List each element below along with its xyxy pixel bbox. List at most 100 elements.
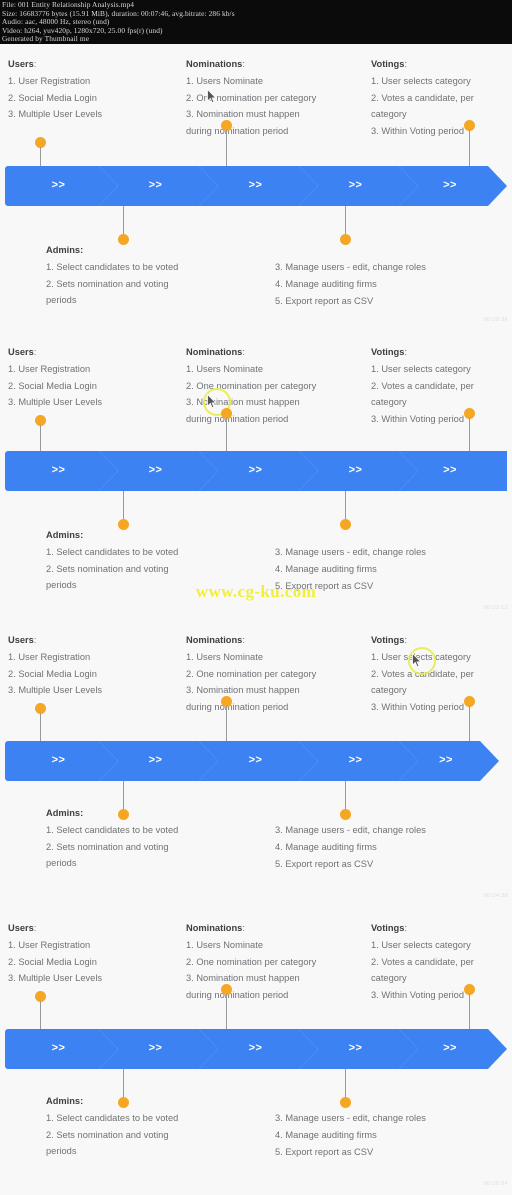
- chevron-step-1[interactable]: >>: [5, 741, 118, 781]
- column-votings-line-1: 1. User selects category: [371, 939, 471, 950]
- column-admins-line-1: 1. Select candidates to be voted: [46, 1112, 179, 1123]
- frame-timestamp-2: 00:03:12: [483, 605, 508, 611]
- column-admins-line-2: 2. Sets nomination and voting: [46, 563, 169, 574]
- column-admins-line-1: 1. Select candidates to be voted: [46, 261, 179, 272]
- chevron-step-1[interactable]: >>: [5, 1029, 118, 1069]
- column-admin-tasks-line-2: 4. Manage auditing firms: [275, 563, 377, 574]
- column-admins: Admins: 1. Select candidates to be voted…: [46, 1093, 231, 1160]
- column-votings-line-3: category: [371, 685, 407, 696]
- column-admin-tasks-line-3: 5. Export report as CSV: [275, 858, 374, 869]
- column-users-line-3: 3. Multiple User Levels: [8, 109, 103, 120]
- column-admins-line-2: 2. Sets nomination and voting: [46, 278, 169, 289]
- column-admins: Admins: 1. Select candidates to be voted…: [46, 242, 231, 309]
- column-votings-line-3: category: [371, 973, 407, 984]
- column-votings-title: Votings:: [371, 923, 407, 933]
- column-votings-line-1: 1. User selects category: [371, 651, 471, 662]
- bottom-columns: Admins: 1. Select candidates to be voted…: [0, 242, 512, 312]
- column-nominations-line-3: 3. Nomination must happen: [186, 109, 300, 120]
- column-admins-title: Admins:: [46, 808, 84, 818]
- column-admin-tasks: 3. Manage users - edit, change roles 4. …: [275, 259, 500, 309]
- column-admin-tasks-line-1: 3. Manage users - edit, change roles: [275, 547, 426, 557]
- column-admin-tasks: 3. Manage users - edit, change roles 4. …: [275, 822, 500, 872]
- pin-stem: [123, 491, 125, 519]
- chevron-step-1[interactable]: >>: [5, 166, 118, 206]
- column-users-line-1: 1. User Registration: [8, 651, 91, 662]
- column-nominations-title: Nominations:: [186, 923, 245, 933]
- column-votings-line-2: 2. Votes a candidate, per: [371, 668, 474, 679]
- column-users-title: Users:: [8, 347, 37, 357]
- top-columns: Users: 1. User Registration 2. Social Me…: [0, 908, 512, 1012]
- chevron-step-1[interactable]: >>: [5, 451, 118, 491]
- column-votings-title: Votings:: [371, 347, 407, 357]
- video-frame-4: Users: 1. User Registration 2. Social Me…: [0, 908, 512, 1195]
- column-votings: Votings: 1. User selects category 2. Vot…: [371, 632, 511, 716]
- column-nominations-title: Nominations:: [186, 635, 245, 645]
- column-nominations-line-4: during nomination period: [186, 990, 289, 1001]
- column-nominations-title: Nominations:: [186, 59, 245, 69]
- column-votings-line-4: 3. Within Voting period: [371, 702, 465, 713]
- pin-stem: [469, 418, 471, 453]
- column-users-line-2: 2. Social Media Login: [8, 668, 97, 679]
- column-nominations: Nominations: 1. Users Nominate 2. One no…: [186, 920, 366, 1004]
- column-votings: Votings: 1. User selects category 2. Vot…: [371, 920, 511, 1004]
- column-users: Users: 1. User Registration 2. Social Me…: [8, 632, 183, 699]
- column-admin-tasks-line-1: 3. Manage users - edit, change roles: [275, 1113, 426, 1123]
- column-votings-line-3: category: [371, 109, 407, 120]
- column-admins-line-2: 2. Sets nomination and voting: [46, 841, 169, 852]
- column-admins-title: Admins:: [46, 530, 84, 540]
- column-admins-line-3: periods: [46, 295, 77, 306]
- column-nominations-line-1: 1. Users Nominate: [186, 939, 263, 950]
- column-admin-tasks-line-1: 3. Manage users - edit, change roles: [275, 262, 426, 272]
- column-votings-line-2: 2. Votes a candidate, per: [371, 92, 474, 103]
- column-votings-title: Votings:: [371, 59, 407, 69]
- column-users-line-1: 1. User Registration: [8, 939, 91, 950]
- column-admin-tasks-line-2: 4. Manage auditing firms: [275, 841, 377, 852]
- pin-stem: [226, 418, 228, 453]
- column-admin-tasks-line-2: 4. Manage auditing firms: [275, 278, 377, 289]
- column-admin-tasks-line-3: 5. Export report as CSV: [275, 295, 374, 306]
- column-admins-line-1: 1. Select candidates to be voted: [46, 546, 179, 557]
- frame-timestamp-1: 00:00:36: [483, 317, 508, 323]
- column-nominations-line-4: during nomination period: [186, 702, 289, 713]
- process-chevron-band: >> >> >> >> >>: [5, 741, 507, 781]
- video-frame-1: Users: 1. User Registration 2. Social Me…: [0, 44, 512, 331]
- column-users: Users: 1. User Registration 2. Social Me…: [8, 344, 183, 411]
- video-frame-3: Users: 1. User Registration 2. Social Me…: [0, 620, 512, 907]
- column-admin-tasks-line-3: 5. Export report as CSV: [275, 1146, 374, 1157]
- pin-stem: [226, 706, 228, 743]
- column-votings-line-4: 3. Within Voting period: [371, 126, 465, 137]
- column-votings-line-1: 1. User selects category: [371, 75, 471, 86]
- site-watermark: www.cg-ku.com: [195, 582, 317, 601]
- video-frame-2: Users: 1. User Registration 2. Social Me…: [0, 332, 512, 619]
- column-users: Users: 1. User Registration 2. Social Me…: [8, 56, 183, 123]
- pin-stem: [345, 491, 347, 519]
- column-votings-line-2: 2. Votes a candidate, per: [371, 956, 474, 967]
- column-nominations-line-2: 2. One nomination per category: [186, 956, 317, 967]
- column-admins-title: Admins:: [46, 245, 84, 255]
- column-admin-tasks: 3. Manage users - edit, change roles 4. …: [275, 1110, 500, 1160]
- metadata-generator: Generated by Thumbnail me: [2, 34, 90, 44]
- column-votings-line-4: 3. Within Voting period: [371, 990, 465, 1001]
- column-votings-line-2: 2. Votes a candidate, per: [371, 380, 474, 391]
- column-users-title: Users:: [8, 635, 37, 645]
- column-users-line-1: 1. User Registration: [8, 363, 91, 374]
- column-nominations-line-3: 3. Nomination must happen: [186, 685, 300, 696]
- pin-stem: [345, 206, 347, 234]
- column-nominations-line-1: 1. Users Nominate: [186, 75, 263, 86]
- column-votings-line-3: category: [371, 397, 407, 408]
- pin-stem: [226, 994, 228, 1031]
- column-users-line-3: 3. Multiple User Levels: [8, 973, 103, 984]
- column-users-title: Users:: [8, 923, 37, 933]
- column-users-line-2: 2. Social Media Login: [8, 380, 97, 391]
- column-votings: Votings: 1. User selects category 2. Vot…: [371, 344, 511, 428]
- process-chevron-band: >> >> >> >> >>: [5, 1029, 507, 1069]
- bottom-columns: Admins: 1. Select candidates to be voted…: [0, 1093, 512, 1163]
- column-users-line-2: 2. Social Media Login: [8, 92, 97, 103]
- pin-stem: [469, 706, 471, 743]
- frame-timestamp-4: 00:06:04: [483, 1181, 508, 1187]
- frame-timestamp-3: 00:04:38: [483, 893, 508, 899]
- column-admin-tasks-line-1: 3. Manage users - edit, change roles: [275, 825, 426, 835]
- column-nominations-line-3: 3. Nomination must happen: [186, 973, 300, 984]
- column-nominations-line-1: 1. Users Nominate: [186, 651, 263, 662]
- column-users-title: Users:: [8, 59, 37, 69]
